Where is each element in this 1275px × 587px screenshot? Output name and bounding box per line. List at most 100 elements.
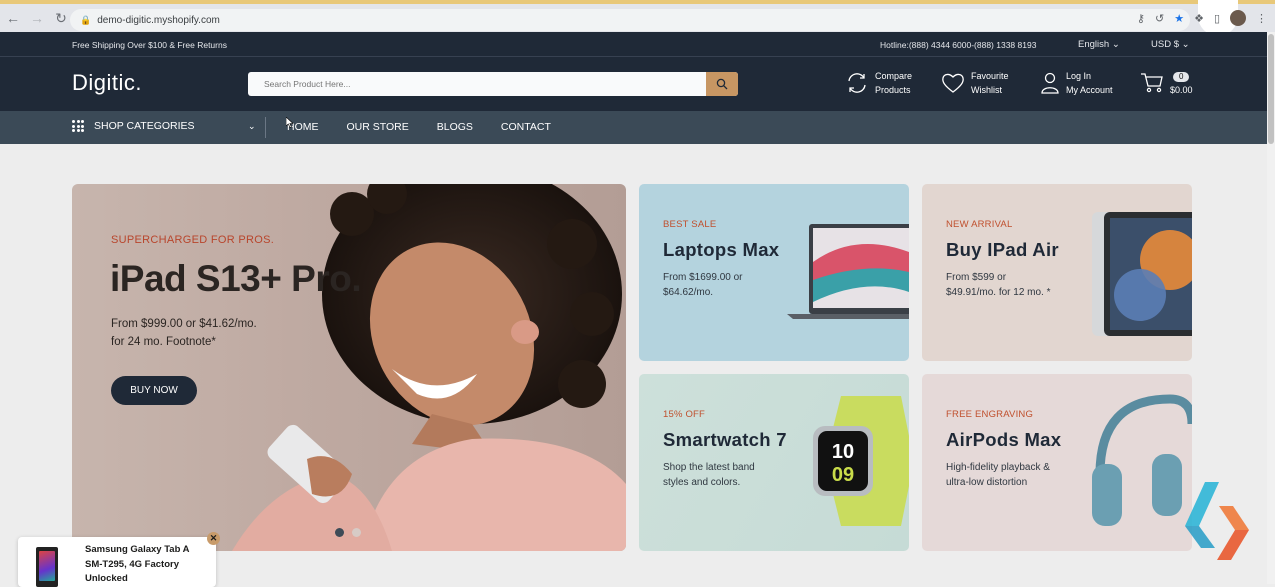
hero-eyebrow: SUPERCHARGED FOR PROS. [111,234,275,246]
extensions-icon[interactable]: ❖ [1194,12,1204,25]
star-icon[interactable]: ★ [1174,12,1184,25]
promo-card-smartwatch[interactable]: 10 09 15% OFF Smartwatch 7 Shop the late… [639,374,909,551]
hero-title: iPad S13+ Pro. [110,258,362,299]
card-subtitle: From $599 or $49.91/mo. for 12 mo. * [946,270,1086,300]
buy-now-button[interactable]: BUY NOW [111,376,197,405]
search-icon [716,78,728,90]
sidebar-icon[interactable]: ▯ [1214,12,1220,25]
share-icon[interactable]: ↺ [1155,12,1164,25]
menu-dots-icon[interactable]: ⋮ [1256,12,1267,25]
nav-divider [265,117,266,138]
compare-icon [848,73,866,93]
watch-minute: 09 [832,464,854,486]
carousel-dot-1[interactable] [335,528,344,537]
hotline-text: Hotline:(888) 4344 6000-(888) 1338 8193 [880,40,1037,50]
popup-line-3: Unlocked [85,573,128,584]
card-title: Laptops Max [663,239,780,260]
laptop-image [787,224,909,319]
currency-label: USD $ [1151,39,1179,50]
card-sub-line-2: $49.91/mo. for 12 mo. * [946,287,1051,298]
cart-link[interactable]: 0 $0.00 [1140,69,1193,97]
chevron-down-icon: ⌄ [1181,39,1190,50]
url-text[interactable]: demo-digitic.myshopify.com [97,15,220,26]
cart-icon [1141,73,1163,93]
mouse-cursor-icon [286,117,294,128]
hero-person-image [232,184,626,551]
compare-label-1: Compare [875,71,913,81]
account-link[interactable]: Log In My Account [1040,69,1113,97]
card-sub-line-1: From $1699.00 or [663,272,743,283]
chevron-down-icon[interactable]: ⌄ [248,121,256,132]
user-icon [1041,72,1059,94]
nav-item-our-store[interactable]: OUR STORE [347,121,409,133]
card-sub-line-2: ultra-low distortion [946,477,1028,488]
language-select[interactable]: English ⌄ [1078,39,1120,50]
card-sub-line-1: Shop the latest band [663,462,755,473]
hero-banner: SUPERCHARGED FOR PROS. iPad S13+ Pro. Fr… [72,184,626,551]
popup-product-name: Samsung Galaxy Tab A SM-T295, 4G Factory… [85,543,210,587]
carousel-dot-2[interactable] [352,528,361,537]
key-icon[interactable]: ⚷ [1137,12,1145,25]
reload-icon[interactable]: ↻ [50,7,72,29]
top-info-bar: Free Shipping Over $100 & Free Returns H… [0,32,1267,56]
card-subtitle: From $1699.00 or $64.62/mo. [663,270,781,300]
account-label: My Account [1066,85,1113,95]
card-subtitle: Shop the latest band styles and colors. [663,460,781,490]
browser-actions: ⚷ ↺ ★ ❖ ▯ ⋮ [1137,10,1267,26]
promo-card-ipad-air[interactable]: NEW ARRIVAL Buy IPad Air From $599 or $4… [922,184,1192,361]
wishlist-link[interactable]: Favourite Wishlist [941,69,1009,97]
carousel-dots [335,528,361,537]
nav-item-blogs[interactable]: BLOGS [437,121,473,133]
card-tag: 15% OFF [663,409,706,420]
chevron-down-icon: ⌄ [1111,39,1120,50]
popup-line-1: Samsung Galaxy Tab A [85,544,190,555]
profile-avatar[interactable] [1230,10,1246,26]
compare-label-2: Products [875,85,911,95]
popup-line-2: SM-T295, 4G Factory [85,558,179,570]
ipad-image [1092,212,1192,336]
product-thumbnail[interactable] [36,547,58,587]
language-label: English [1078,39,1110,50]
back-icon[interactable]: ← [2,7,24,29]
login-label: Log In [1066,71,1092,81]
card-title: AirPods Max [946,429,1062,450]
promo-card-laptops[interactable]: BEST SALE Laptops Max From $1699.00 or $… [639,184,909,361]
page-scrollbar[interactable] [1267,32,1275,584]
card-sub-line-1: From $599 or [946,272,1007,283]
site-logo[interactable]: Digitic. [72,70,142,96]
scrollbar-thumb[interactable] [1268,34,1274,144]
currency-select[interactable]: USD $ ⌄ [1151,39,1190,50]
card-tag: NEW ARRIVAL [946,219,1013,230]
card-subtitle: High-fidelity playback & ultra-low disto… [946,460,1086,490]
shop-categories-dropdown[interactable]: SHOP CATEGORIES [72,120,195,132]
nav-item-contact[interactable]: CONTACT [501,121,551,133]
search-input[interactable] [248,72,706,96]
lock-icon[interactable]: 🔒 [80,15,91,26]
close-icon[interactable]: ✕ [207,532,220,545]
card-sub-line-2: $64.62/mo. [663,287,714,298]
card-tag: FREE ENGRAVING [946,409,1034,420]
address-bar[interactable]: 🔒 demo-digitic.myshopify.com [70,9,1190,31]
card-sub-line-2: styles and colors. [663,477,741,488]
shop-categories-label: SHOP CATEGORIES [94,120,195,132]
watermark-logo [1185,482,1249,560]
card-tag: BEST SALE [663,219,717,230]
main-nav: SHOP CATEGORIES ⌄ HOME OUR STORE BLOGS C… [0,111,1267,144]
shipping-notice: Free Shipping Over $100 & Free Returns [72,40,227,50]
wishlist-label-1: Favourite [971,71,1009,81]
hero-desc-line-2: for 24 mo. Footnote* [111,336,216,348]
compare-products-link[interactable]: Compare Products [845,69,912,97]
watch-hour: 10 [832,441,854,463]
forward-icon[interactable]: → [26,7,48,29]
hero-description: From $999.00 or $41.62/mo. for 24 mo. Fo… [111,315,311,351]
card-sub-line-1: High-fidelity playback & [946,462,1050,473]
search-bar [248,72,738,96]
search-button[interactable] [706,72,738,96]
cart-count-badge: 0 [1173,72,1190,82]
card-title: Smartwatch 7 [663,429,787,450]
card-title: Buy IPad Air [946,239,1059,260]
recent-purchase-popup[interactable]: Samsung Galaxy Tab A SM-T295, 4G Factory… [18,532,220,587]
grid-icon [72,120,84,132]
promo-card-airpods-max[interactable]: FREE ENGRAVING AirPods Max High-fidelity… [922,374,1192,551]
wishlist-label-2: Wishlist [971,85,1002,95]
